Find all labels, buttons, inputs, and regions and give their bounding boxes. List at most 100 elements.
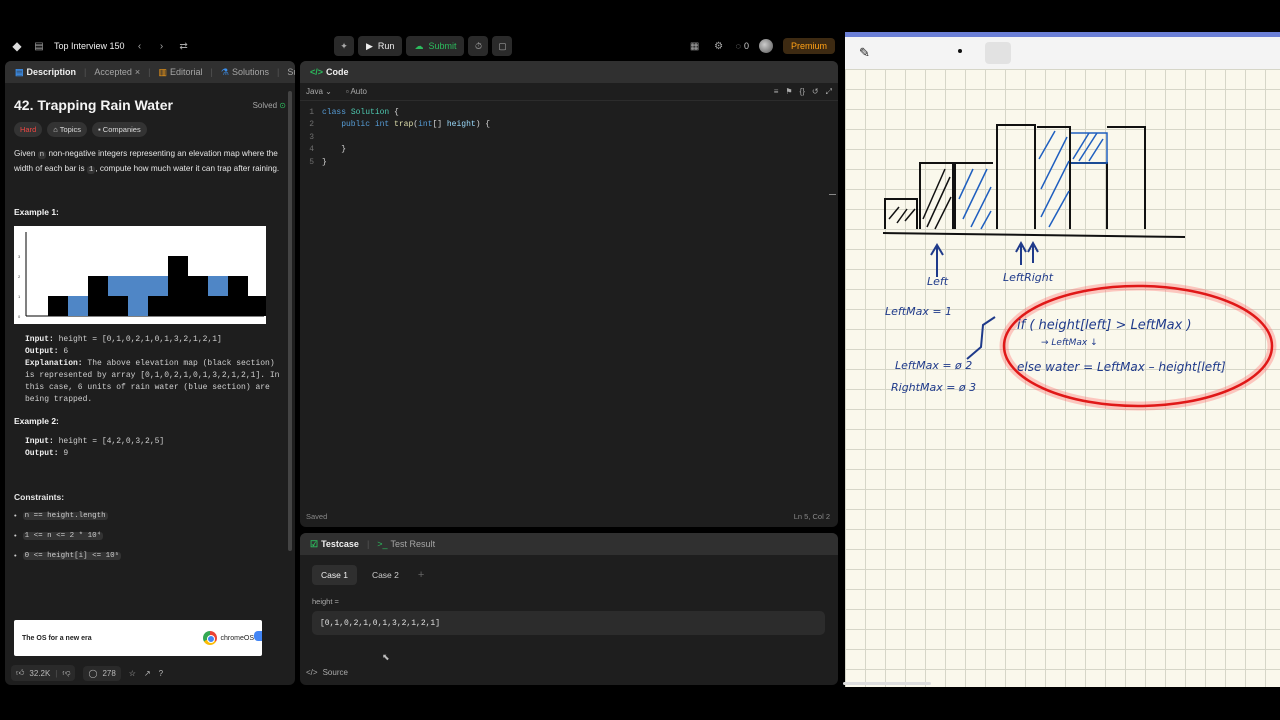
ad-banner[interactable]: The OS for a new era chromeOS <box>14 620 262 656</box>
code-line: 5} <box>300 157 838 169</box>
elevation-bar <box>148 296 168 316</box>
run-button[interactable]: ▶ Run <box>358 36 403 56</box>
scrollbar[interactable] <box>288 91 292 551</box>
whiteboard-toolbar: ✎ <box>845 32 1280 69</box>
tab-editorial[interactable]: ▥ Editorial <box>155 67 207 78</box>
layout-icon[interactable]: ▦ <box>688 39 702 53</box>
like-count: 32.2K <box>29 668 51 678</box>
tab-submissions[interactable]: Su <box>283 67 295 77</box>
code-line: 3 <box>300 132 838 144</box>
explanation-label: Explanation: <box>25 359 83 368</box>
stroke-style-button[interactable] <box>985 42 1011 64</box>
tab-test-result[interactable]: >_ Test Result <box>373 539 439 549</box>
expand-icon[interactable]: ⤢ <box>826 87 832 97</box>
line-text: } <box>322 145 347 155</box>
companies-button[interactable]: ▪ Companies <box>92 122 147 137</box>
shuffle-icon[interactable]: ⇄ <box>177 39 191 53</box>
example-2-block: Input: height = [4,2,0,3,2,5] Output: 9 <box>25 436 286 460</box>
avatar[interactable] <box>758 39 773 53</box>
ad-cta-tab[interactable] <box>254 631 262 641</box>
share-icon[interactable]: ↗ <box>144 669 151 678</box>
elevation-map-figure: 0 1 2 3 <box>14 226 268 324</box>
case-2-tab[interactable]: Case 2 <box>363 565 408 585</box>
chrome-logo-icon <box>202 631 217 645</box>
leetcode-logo-icon[interactable]: ◆ <box>10 39 24 53</box>
reset-icon[interactable]: ↺ <box>812 87 819 97</box>
leftmax-2: LeftMax = ø 2 <box>895 359 972 372</box>
bars-sketch <box>882 124 1186 238</box>
document-icon: ▤ <box>15 66 24 77</box>
rightmax: RightMax = ø 3 <box>891 381 976 394</box>
input-value: height = [0,1,0,2,1,0,1,3,2,1,2,1] <box>53 335 222 344</box>
timer-button[interactable]: ⏱ <box>468 36 489 56</box>
premium-button[interactable]: Premium <box>782 38 835 54</box>
format-icon[interactable]: ≡ <box>774 87 779 97</box>
problem-list-icon[interactable]: ▤ <box>32 39 46 53</box>
language-select[interactable]: Java ⌄ <box>306 87 332 96</box>
tick-label: 3 <box>18 254 21 259</box>
elevation-map-svg: 0 1 2 3 <box>18 232 268 319</box>
bookmark-icon[interactable]: ⚑ <box>785 87 792 97</box>
code-editor[interactable]: 1 class Solution { 2 public int trap(int[… <box>300 101 838 511</box>
window-scroll-indicator <box>843 682 931 685</box>
topics-button[interactable]: ⌂ Topics <box>47 122 88 137</box>
param-input[interactable]: [0,1,0,2,1,0,1,3,2,1,2,1] <box>312 611 825 635</box>
elevation-bar <box>248 296 268 316</box>
list-item: 1 <= n <= 2 * 10⁴ <box>14 531 286 540</box>
constraints-title: Constraints: <box>14 492 65 502</box>
problem-title-row: 42. Trapping Rain Water Solved ⊙ <box>14 97 286 113</box>
whiteboard-canvas[interactable]: Left LeftRight LeftMax = 1 LeftMax = ø 2… <box>845 69 1280 687</box>
code-panel: </> Code Java ⌄ ▫ Auto ≡ ⚑ {} ↺ ⤢ 1 class … <box>300 61 838 527</box>
tab-label: Description <box>26 67 77 77</box>
line-number: 2 <box>309 120 314 130</box>
add-case-icon[interactable]: + <box>418 569 424 581</box>
pen-size-dot[interactable] <box>958 49 962 53</box>
code-tabs: </> Code <box>300 61 838 83</box>
elevation-bar <box>168 256 188 316</box>
terminal-icon: >_ <box>377 539 388 549</box>
problem-list-title[interactable]: Top Interview 150 <box>54 41 125 51</box>
line-number: 3 <box>309 132 314 142</box>
star-icon[interactable]: ☆ <box>129 669 136 678</box>
next-problem-icon[interactable]: › <box>155 39 169 53</box>
auto-mode-toggle[interactable]: ▫ Auto <box>346 87 367 96</box>
tab-code[interactable]: </> Code <box>306 67 353 77</box>
if-line: if ( height[left] > LeftMax ) <box>1017 318 1192 333</box>
tag-icon: ⌂ <box>53 125 58 134</box>
input-label: Input: <box>25 335 54 344</box>
topics-label: Topics <box>59 125 82 134</box>
tab-description[interactable]: ▤ Description <box>11 67 80 78</box>
like-button[interactable]: 👍︎ 32.2K | 👎︎ <box>11 665 76 681</box>
page-title: 42. Trapping Rain Water <box>14 97 173 113</box>
tab-accepted[interactable]: Accepted × <box>90 67 144 77</box>
example-1-title: Example 1: <box>14 207 59 217</box>
tab-solutions[interactable]: ⚗ Solutions <box>217 67 273 78</box>
water-block <box>148 276 168 296</box>
description-panel: ▤ Description | Accepted × | ▥ Editorial | … <box>5 61 295 685</box>
submit-button[interactable]: ☁ Submit <box>406 36 465 56</box>
tab-testcase[interactable]: ☑ Testcase <box>306 539 363 550</box>
thumbs-down-icon[interactable]: 👎︎ <box>62 668 70 678</box>
streak-counter[interactable]: ◌ 0 <box>736 41 749 51</box>
source-button[interactable]: </> Source <box>306 668 348 677</box>
difficulty-badge[interactable]: Hard <box>14 122 43 137</box>
close-icon[interactable]: × <box>135 67 140 77</box>
code-line: 2 public int trap(int[] height) { <box>300 119 838 131</box>
scroll-marker <box>829 194 836 195</box>
constraints-list: n == height.length 1 <= n <= 2 * 10⁴ 0 <… <box>14 511 286 560</box>
prev-problem-icon[interactable]: ‹ <box>133 39 147 53</box>
comments-button[interactable]: ◯ 278 <box>83 665 121 681</box>
notes-button[interactable]: ▢ <box>492 36 513 56</box>
help-icon[interactable]: ? <box>159 669 163 678</box>
tick-label: 1 <box>18 294 21 299</box>
output-value: 9 <box>58 449 69 458</box>
pen-tool-icon[interactable]: ✎ <box>859 45 870 61</box>
settings-icon[interactable]: ⚙ <box>712 39 726 53</box>
output-label: Output: <box>25 347 59 356</box>
water-block <box>208 276 228 296</box>
debug-button[interactable]: ✦ <box>334 36 354 56</box>
tab-label: Test Result <box>390 539 436 549</box>
braces-icon[interactable]: {} <box>800 87 805 97</box>
case-1-tab[interactable]: Case 1 <box>312 565 357 585</box>
problem-statement: Given n non-negative integers representi… <box>14 147 286 177</box>
